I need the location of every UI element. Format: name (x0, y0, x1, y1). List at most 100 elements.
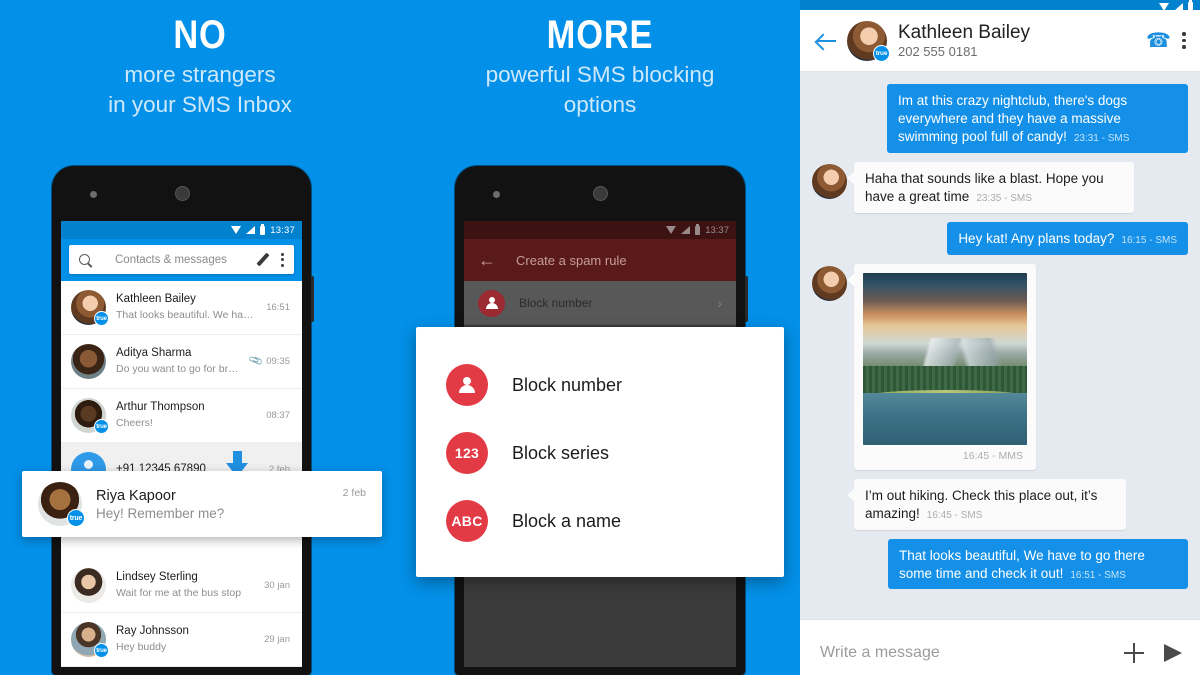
message-row: Im at this crazy nightclub, there's dogs… (812, 84, 1188, 153)
status-clock: 13:37 (270, 224, 295, 236)
earpiece-speaker-icon (593, 186, 608, 201)
person-icon (478, 289, 505, 317)
pencil-icon[interactable] (256, 253, 270, 267)
list-item[interactable]: true Arthur Thompson Cheers! 08:37 (61, 389, 302, 443)
overlay-card-preview: Hey! Remember me? (96, 505, 225, 521)
dialog-item-label: Block series (512, 442, 610, 463)
phone-top-bezel (52, 166, 311, 221)
dialog-item-label: Block a name (512, 510, 622, 531)
block-number-row[interactable]: Block number › (464, 281, 736, 325)
panel1-headline-sub-line1: more strangers (124, 62, 276, 87)
dialog-item-block-number[interactable]: Block number (416, 351, 784, 419)
riya-kapoor-overlay-card[interactable]: true Riya Kapoor Hey! Remember me? 2 feb (22, 471, 382, 537)
battery-icon (260, 223, 266, 235)
dialog-item-label: Block number (512, 374, 623, 395)
contact-number: 202 555 0181 (898, 44, 978, 60)
list-item-preview: That looks beautiful. We have to… (116, 309, 256, 322)
list-item-name: Aditya Sharma (116, 346, 192, 359)
status-clock: 13:37 (705, 224, 729, 236)
message-row: Haha that sounds like a blast. Hope you … (812, 161, 1188, 213)
list-item[interactable]: true Kathleen Bailey That looks beautifu… (61, 281, 302, 335)
wifi-icon (231, 226, 242, 234)
avatar (71, 344, 106, 379)
list-item[interactable]: Aditya Sharma Do you want to go for brea… (61, 335, 302, 389)
verified-badge: true (67, 509, 85, 527)
message-bubble-outgoing[interactable]: Im at this crazy nightclub, there's dogs… (887, 84, 1188, 153)
dialog-item-block-series[interactable]: 123 Block series (416, 419, 784, 487)
message-input[interactable]: Write a message (820, 644, 1104, 662)
panel1-headline: NO more strangers in your SMS Inbox (0, 0, 400, 120)
message-bubble-incoming[interactable]: I’m out hiking. Check this place out, it… (847, 478, 1126, 530)
phone-side-button (745, 276, 748, 322)
more-vert-icon[interactable] (280, 252, 284, 267)
wifi-icon (1159, 2, 1169, 10)
front-camera-icon (493, 191, 500, 198)
mountain-lake-photo[interactable] (863, 272, 1027, 445)
list-item-time: 08:37 (266, 410, 290, 421)
search-bar[interactable]: Contacts & messages (69, 245, 294, 274)
panel2-headline-sub-line1: powerful SMS blocking (485, 62, 715, 87)
battery-icon (695, 223, 701, 235)
search-icon (79, 254, 90, 265)
panel-chat-conversation: true Kathleen Bailey 202 555 0181 ☎ Im a… (800, 0, 1200, 675)
avatar: true (38, 482, 85, 527)
list-item-preview: Hey buddy (116, 641, 167, 654)
message-bubble-outgoing[interactable]: Hey kat! Any plans today? 16:15 - SMS (947, 221, 1188, 255)
battery-icon (1188, 0, 1193, 10)
front-camera-icon (90, 191, 97, 198)
panel2-headline: MORE powerful SMS blocking options (400, 0, 800, 120)
list-item-name: Lindsey Sterling (116, 570, 198, 583)
phone-mockup-inbox: 13:37 Contacts & messages true Kathleen (52, 166, 314, 675)
overlay-card-name: Riya Kapoor (96, 487, 176, 504)
block-options-dialog[interactable]: Block number 123 Block series ABC Block … (416, 327, 784, 577)
list-item[interactable]: true Ray Johnsson Hey buddy 29 jan (61, 613, 302, 667)
verified-badge: true (94, 419, 109, 434)
message-stamp: 23:35 - SMS (976, 192, 1032, 204)
message-stamp: 16:51 - SMS (1070, 569, 1126, 581)
more-vert-icon[interactable] (1182, 32, 1186, 49)
panel2-headline-big: MORE (546, 13, 654, 57)
back-arrow-icon[interactable] (816, 31, 836, 51)
message-row: 16:45 - MMS (812, 263, 1188, 470)
list-item-time: 09:35 (266, 356, 290, 367)
chat-appbar: true Kathleen Bailey 202 555 0181 ☎ (800, 10, 1200, 72)
phone-icon[interactable]: ☎ (1146, 28, 1171, 53)
panel2-headline-sub-line2: options (563, 91, 637, 117)
list-item-time: 29 jan (264, 634, 290, 645)
list-item-preview: Cheers! (116, 417, 153, 430)
android-status-bar (800, 0, 1200, 10)
inbox-appbar: Contacts & messages (61, 239, 302, 281)
message-stamp: 16:45 - SMS (926, 509, 983, 521)
list-item-name: Arthur Thompson (116, 400, 205, 413)
message-row: I’m out hiking. Check this place out, it… (812, 478, 1188, 530)
signal-icon (1174, 2, 1183, 10)
phone-side-button (311, 276, 314, 322)
message-row: Hey kat! Any plans today? 16:15 - SMS (812, 221, 1188, 255)
panel-no-more-strangers: NO more strangers in your SMS Inbox 13:3… (0, 0, 400, 675)
avatar: true (71, 622, 109, 658)
send-icon[interactable] (1164, 643, 1182, 662)
verified-badge: true (94, 311, 109, 326)
list-item-preview: Wait for me at the bus stop (116, 587, 242, 600)
verified-badge: true (94, 643, 109, 658)
list-item-time: 16:51 (266, 302, 290, 313)
list-item[interactable]: Lindsey Sterling Wait for me at the bus … (61, 559, 302, 613)
message-stamp: 16:45 - MMS (962, 449, 1023, 462)
android-status-bar: 13:37 (61, 221, 302, 239)
avatar[interactable]: true (847, 20, 890, 62)
block-number-row-label: Block number (519, 296, 593, 310)
dialog-item-block-a-name[interactable]: ABC Block a name (416, 487, 784, 555)
plus-icon[interactable] (1124, 642, 1144, 663)
search-input[interactable]: Contacts & messages (100, 254, 246, 266)
attachment-icon: 📎 (248, 353, 264, 370)
avatar: true (71, 398, 109, 434)
message-bubble-incoming[interactable]: Haha that sounds like a blast. Hope you … (847, 161, 1134, 213)
message-bubble-mms[interactable]: 16:45 - MMS (847, 263, 1036, 470)
message-bubble-outgoing[interactable]: That looks beautiful, We have to go ther… (888, 538, 1188, 590)
panel1-headline-big: NO (173, 13, 227, 57)
overlay-card-time: 2 feb (342, 487, 366, 499)
contact-name: Kathleen Bailey (898, 21, 1031, 43)
back-arrow-icon[interactable]: ← (478, 251, 496, 269)
message-list: Im at this crazy nightclub, there's dogs… (800, 72, 1200, 619)
screenshot-root: NO more strangers in your SMS Inbox 13:3… (0, 0, 1200, 675)
